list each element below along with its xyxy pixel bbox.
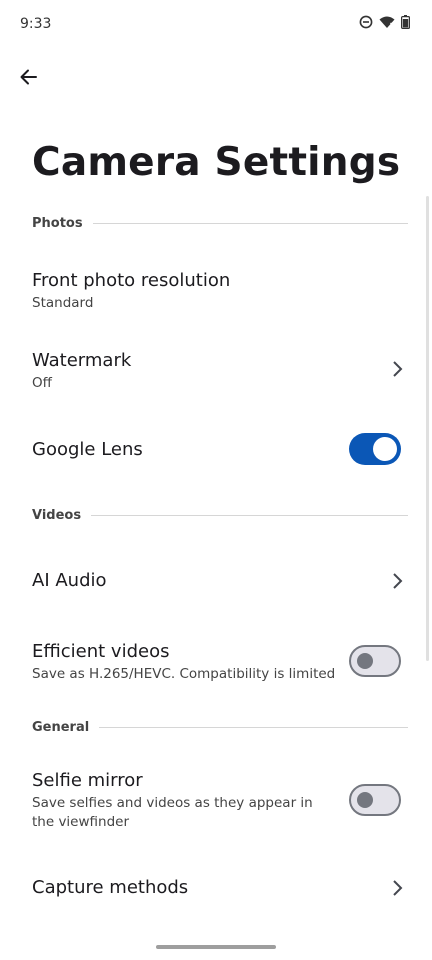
- ai-audio-title: AI Audio: [32, 570, 107, 591]
- section-divider: [99, 727, 408, 728]
- section-header-videos: Videos: [32, 508, 408, 523]
- status-bar: 9:33: [0, 0, 432, 48]
- ai-audio-item[interactable]: AI Audio: [0, 541, 432, 621]
- toggle-knob: [357, 792, 373, 808]
- status-icons: [359, 15, 410, 29]
- section-header-general: General: [32, 720, 408, 735]
- watermark-item[interactable]: Watermark Off: [0, 330, 432, 410]
- efficient-videos-description: Save as H.265/HEVC. Compatibility is lim…: [32, 666, 336, 682]
- google-lens-item[interactable]: Google Lens: [0, 410, 432, 490]
- page-title: Camera Settings: [32, 140, 401, 185]
- section-divider: [91, 515, 408, 516]
- battery-icon: [401, 15, 410, 29]
- wifi-icon: [379, 15, 395, 29]
- capture-methods-item[interactable]: Capture methods: [0, 848, 432, 928]
- scrollbar[interactable]: [426, 196, 429, 661]
- toggle-knob: [373, 437, 397, 461]
- section-divider: [92, 223, 408, 224]
- section-header-photos: Photos: [32, 216, 408, 231]
- efficient-videos-toggle[interactable]: [349, 645, 401, 677]
- google-lens-toggle[interactable]: [349, 433, 401, 465]
- toggle-knob: [357, 653, 373, 669]
- back-button[interactable]: [12, 61, 44, 93]
- selfie-mirror-toggle[interactable]: [349, 784, 401, 816]
- front-photo-resolution-value: Standard: [32, 295, 94, 311]
- dnd-icon: [359, 15, 373, 29]
- efficient-videos-item[interactable]: Efficient videos Save as H.265/HEVC. Com…: [0, 621, 432, 701]
- section-label-videos: Videos: [32, 508, 82, 523]
- section-label-general: General: [32, 720, 90, 735]
- selfie-mirror-title: Selfie mirror: [32, 770, 143, 791]
- gesture-nav-handle[interactable]: [156, 945, 276, 949]
- efficient-videos-title: Efficient videos: [32, 641, 170, 662]
- watermark-title: Watermark: [32, 350, 132, 371]
- front-photo-resolution-title: Front photo resolution: [32, 270, 231, 291]
- selfie-mirror-description: Save selfies and videos as they appear i…: [32, 795, 313, 830]
- chevron-right-icon: [393, 573, 403, 589]
- section-label-photos: Photos: [32, 216, 83, 231]
- back-arrow-icon: [20, 69, 37, 85]
- status-time: 9:33: [20, 16, 52, 32]
- google-lens-title: Google Lens: [32, 439, 143, 460]
- chevron-right-icon: [393, 880, 403, 896]
- front-photo-resolution-item[interactable]: Front photo resolution Standard: [0, 250, 432, 330]
- selfie-mirror-item[interactable]: Selfie mirror Save selfies and videos as…: [0, 752, 432, 848]
- chevron-right-icon: [393, 361, 403, 377]
- capture-methods-title: Capture methods: [32, 877, 189, 898]
- watermark-value: Off: [32, 375, 52, 391]
